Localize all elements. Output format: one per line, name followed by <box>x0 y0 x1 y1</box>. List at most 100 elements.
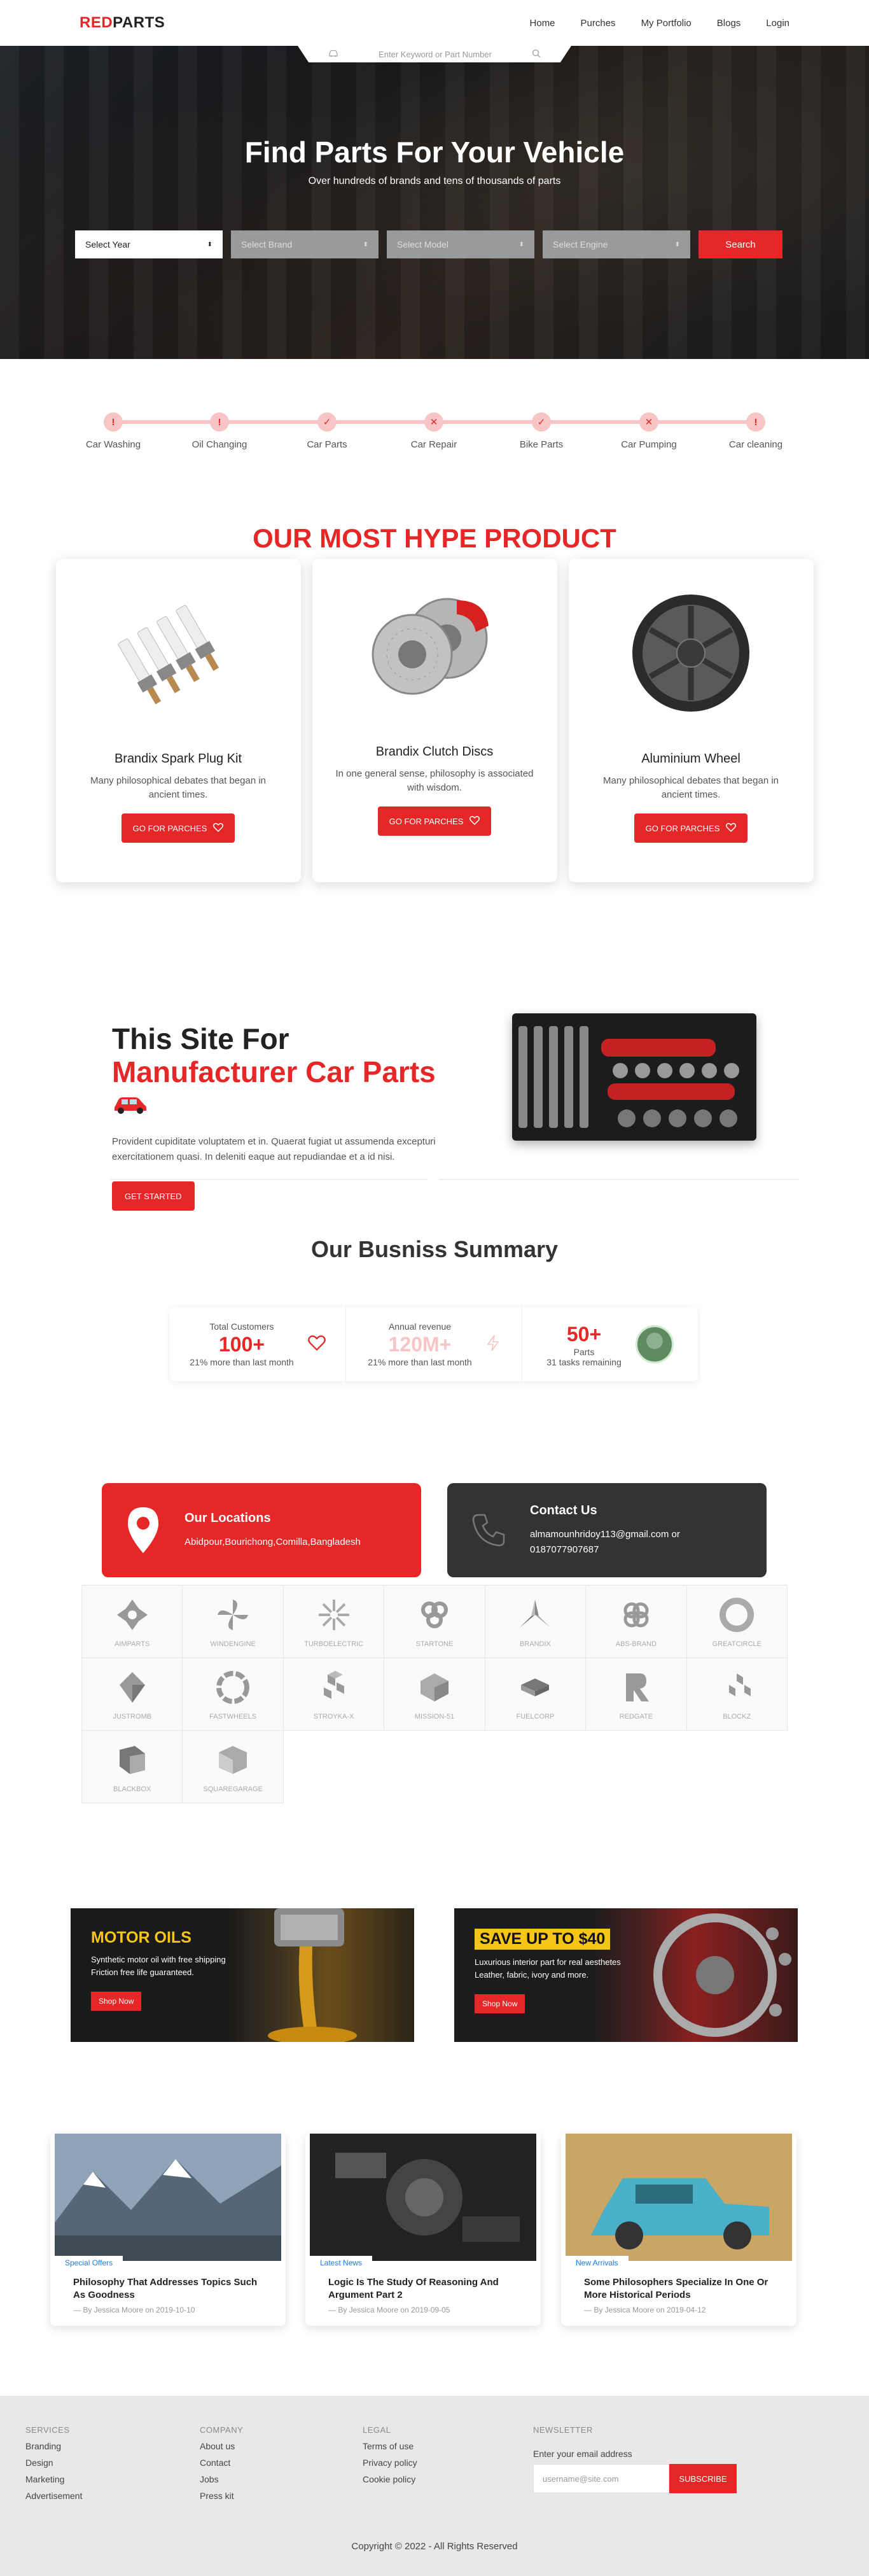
blog-card[interactable]: New Arrivals Some Philosophers Specializ… <box>561 2134 796 2326</box>
brand-item[interactable]: FUELCORP <box>485 1658 587 1731</box>
footer-link[interactable]: Contact <box>200 2458 243 2468</box>
brand-item[interactable]: TURBOELECTRIC <box>283 1586 385 1658</box>
select-engine[interactable]: Select Engine ⬍ <box>543 230 690 258</box>
stat-annual-revenue: Annual revenue 120M+ 21% more than last … <box>346 1307 522 1381</box>
footer-link[interactable]: Design <box>25 2458 82 2468</box>
go-for-parches-button[interactable]: GO FOR PARCHES <box>634 813 748 843</box>
footer-link[interactable]: Press kit <box>200 2491 243 2501</box>
go-for-parches-button[interactable]: GO FOR PARCHES <box>377 806 492 836</box>
select-year[interactable]: Select Year ⬍ <box>75 230 223 258</box>
step-item[interactable]: ! Car cleaning <box>711 412 800 450</box>
brand-logo-icon <box>216 1670 250 1704</box>
brand-item[interactable]: FASTWHEELS <box>183 1658 284 1731</box>
brand-item[interactable]: ABS-BRAND <box>586 1586 687 1658</box>
footer-link[interactable]: About us <box>200 2441 243 2451</box>
newsletter-email-input[interactable]: username@site.com <box>533 2464 669 2493</box>
avatar <box>635 1325 674 1363</box>
brand-logo-icon <box>116 1599 148 1630</box>
footer-link[interactable]: Jobs <box>200 2474 243 2484</box>
footer-link[interactable]: Branding <box>25 2441 82 2451</box>
shop-now-button[interactable]: Shop Now <box>475 1994 525 2013</box>
shop-now-button[interactable]: Shop Now <box>91 1992 142 2011</box>
mountain-image <box>55 2134 281 2261</box>
promo-title: MOTOR OILS <box>91 1929 191 1946</box>
step-item[interactable]: ✓ Bike Parts <box>497 412 586 450</box>
brand-item[interactable]: BLACKBOX <box>82 1731 183 1803</box>
hero-section: Enter Keyword or Part Number Find Parts … <box>0 46 869 359</box>
motorcycle-image <box>310 2134 536 2261</box>
summary-stats: Total Customers 100+ 21% more than last … <box>170 1307 698 1381</box>
contact-email[interactable]: almamounhridoy113@gmail.com or <box>530 1527 680 1542</box>
red-car-icon <box>112 1088 148 1122</box>
footer-link[interactable]: Terms of use <box>363 2441 417 2451</box>
divider-line <box>439 1179 799 1180</box>
heart-icon <box>469 815 480 827</box>
product-card: Brandix Clutch Discs In one general sens… <box>312 559 557 882</box>
product-card: Aluminium Wheel Many philosophical debat… <box>568 559 814 882</box>
step-status-icon: ✓ <box>532 412 551 432</box>
select-brand[interactable]: Select Brand ⬍ <box>231 230 379 258</box>
nav-link-portfolio[interactable]: My Portfolio <box>641 18 692 29</box>
summary-title: Our Busniss Summary <box>310 1236 559 1262</box>
blog-meta: — By Jessica Moore on 2019-09-05 <box>328 2305 450 2314</box>
brand-logo-icon <box>119 1672 145 1703</box>
brand-logo-icon <box>421 1601 448 1628</box>
brand-item[interactable]: WINDENGINE <box>183 1586 284 1658</box>
step-item[interactable]: ✕ Car Pumping <box>604 412 693 450</box>
step-status-icon: ! <box>104 412 123 432</box>
subscribe-button[interactable]: SUBSCRIBE <box>669 2464 737 2493</box>
brand-item[interactable]: STARTONE <box>384 1586 485 1658</box>
brand-item[interactable]: REDGATE <box>586 1658 687 1731</box>
brand-item[interactable]: BLOCKZ <box>686 1658 788 1731</box>
go-for-parches-button[interactable]: GO FOR PARCHES <box>121 813 235 843</box>
step-item[interactable]: ! Oil Changing <box>175 412 264 450</box>
product-card: Brandix Spark Plug Kit Many philosophica… <box>55 559 301 882</box>
save-up-banner[interactable]: SAVE UP TO $40 Luxurious interior part f… <box>454 1908 798 2042</box>
footer-link[interactable]: Marketing <box>25 2474 82 2484</box>
site-footer: SERVICES Branding Design Marketing Adver… <box>0 2396 869 2576</box>
brand-logo-icon <box>625 1673 649 1701</box>
rusty-truck-image <box>566 2134 792 2261</box>
nav-link-login[interactable]: Login <box>766 18 789 29</box>
brand-item[interactable]: BRANDIX <box>485 1586 587 1658</box>
brand-item[interactable]: STROYKA-X <box>283 1658 385 1731</box>
step-item[interactable]: ✕ Car Repair <box>389 412 478 450</box>
select-model[interactable]: Select Model ⬍ <box>387 230 534 258</box>
updown-arrow-icon: ⬍ <box>207 241 212 248</box>
nav-link-purches[interactable]: Purches <box>581 18 616 29</box>
business-summary-section: Our Busniss Summary Total Customers 100+… <box>0 1198 869 1453</box>
location-address: Abidpour,Bourichong,Comilla,Bangladesh <box>184 1536 361 1547</box>
brand-grid: AIMPARTS WINDENGINE TURBOELECTRIC STARTO… <box>81 1585 788 1803</box>
brand-item[interactable]: GREATCIRCLE <box>686 1586 788 1658</box>
blog-card[interactable]: Special Offers Philosophy That Addresses… <box>50 2134 286 2326</box>
car-interior-image <box>653 1913 791 2037</box>
nav-link-home[interactable]: Home <box>530 18 555 29</box>
contact-card: Contact Us almamounhridoy113@gmail.com o… <box>447 1483 767 1577</box>
step-item[interactable]: ! Car Washing <box>69 412 158 450</box>
blog-meta: — By Jessica Moore on 2019-10-10 <box>73 2305 195 2314</box>
footer-link[interactable]: Privacy policy <box>363 2458 417 2468</box>
blog-title: Philosophy That Addresses Topics Such As… <box>73 2277 258 2300</box>
brand-logo-icon <box>323 1670 344 1699</box>
brand-logo-icon <box>219 1745 247 1774</box>
brand-item[interactable]: AIMPARTS <box>82 1586 183 1658</box>
contact-phone[interactable]: 0187077907687 <box>530 1542 680 1558</box>
product-description: Many philosophical debates that began in… <box>90 775 267 800</box>
heart-icon <box>213 822 224 834</box>
search-button[interactable]: Search <box>699 230 782 258</box>
step-item[interactable]: ✓ Car Parts <box>282 412 372 450</box>
blog-title: Some Philosophers Specialize In One Or M… <box>584 2277 768 2300</box>
site-logo[interactable]: REDPARTS <box>80 14 165 32</box>
brand-item[interactable]: SQUAREGARAGE <box>183 1731 284 1803</box>
footer-link[interactable]: Advertisement <box>25 2491 82 2501</box>
motor-oils-banner[interactable]: MOTOR OILS Synthetic motor oil with free… <box>71 1908 414 2042</box>
blog-card[interactable]: Latest News Logic Is The Study Of Reason… <box>305 2134 541 2326</box>
blog-tag: New Arrivals <box>566 2256 629 2271</box>
service-steps: ! Car Washing ! Oil Changing ✓ Car Parts ✕ C… <box>0 359 869 493</box>
copyright: Copyright © 2022 - All Rights Reserved <box>351 2541 518 2552</box>
brand-item[interactable]: JUSTROMB <box>82 1658 183 1731</box>
footer-link[interactable]: Cookie policy <box>363 2474 417 2484</box>
nav-link-blogs[interactable]: Blogs <box>717 18 741 29</box>
brand-item[interactable]: MISSION-51 <box>384 1658 485 1731</box>
oil-pour-image <box>268 1908 357 2042</box>
